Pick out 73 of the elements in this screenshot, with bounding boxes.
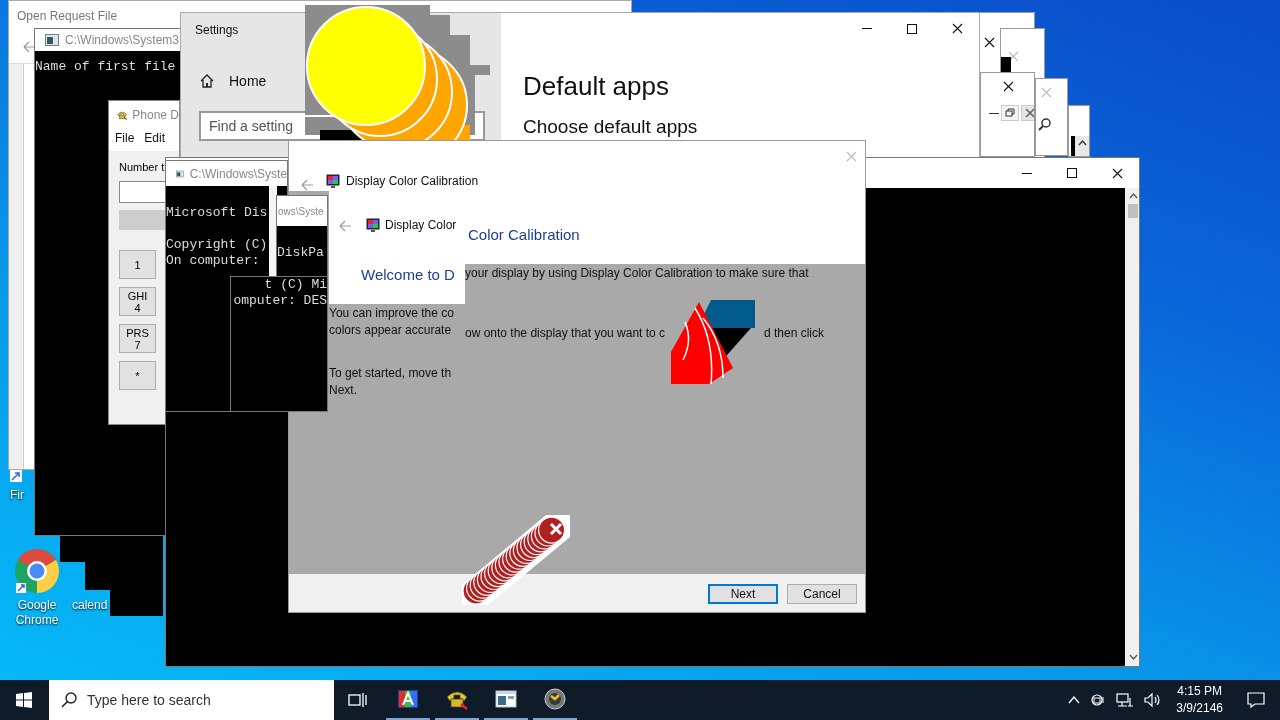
monitor-icon [366,218,380,232]
camera-icon[interactable] [1090,692,1107,708]
close-button[interactable] [984,37,995,48]
console-text: omputer: DES [233,293,327,309]
notifications-button[interactable] [1247,692,1265,708]
field-label: Number t [119,161,166,173]
body-text: ow onto the display that you want to c [465,326,666,340]
cancel-button[interactable]: Cancel [787,584,857,604]
console-text: Name of first file [35,59,176,75]
window-title: Open Request File [17,9,118,23]
search-icon[interactable] [1038,117,1052,131]
next-button[interactable]: Next [708,584,778,604]
section-heading: Choose default apps [523,116,699,138]
back-arrow-icon[interactable] [23,41,36,53]
keypad-button[interactable]: 1 [119,250,156,279]
page-heading: Default apps [523,71,670,102]
body-text: You can improve the co [329,306,454,320]
console-text: t (C) Mi [264,277,327,293]
keypad-button[interactable]: * [119,361,156,390]
window-title: Settings [195,23,240,37]
paint-app-icon [396,687,420,711]
console-icon [45,34,59,46]
disc-app-icon [543,687,567,711]
network-icon[interactable] [1116,692,1135,708]
dialog-heading: Welcome to D [361,266,455,283]
window-title: Display Color Calibration [346,174,479,188]
maximize-button[interactable] [907,23,917,34]
console-text: On computer: [166,253,260,269]
close-button[interactable] [1003,81,1014,92]
close-button[interactable] [1112,167,1123,179]
scroll-thumb[interactable] [1128,204,1138,218]
start-button[interactable] [16,692,32,708]
keypad-button[interactable]: GHI 4 [119,287,156,316]
window-title: C:\Windows\Syste [189,166,287,181]
menu-item[interactable]: File [115,131,135,145]
monitor-icon [326,174,340,188]
caret-up-icon[interactable] [1077,140,1087,146]
body-text: Next. [329,383,357,397]
window-title: Display Color [385,218,457,232]
body-text: To get started, move th [329,366,452,380]
close-button[interactable] [1008,51,1019,62]
console-text: Copyright (C) [166,237,268,253]
console-text: Microsoft Dis [166,205,268,221]
search-field[interactable]: Type here to search [49,680,334,720]
window-remnant [1001,57,1011,72]
restore-button[interactable] [1001,105,1019,121]
maximize-button[interactable] [1067,168,1077,178]
body-text: colors appear accurate [329,323,452,337]
window-app-icon [494,687,518,711]
keypad-button[interactable]: PRS 7 [119,324,156,353]
window-title: ows\Syste [278,205,324,217]
close-button[interactable] [952,23,963,34]
caret-up-icon[interactable] [1128,193,1138,199]
window-title: Phone D [132,108,179,122]
shortcut-icon[interactable] [10,470,22,482]
search-icon [61,692,77,708]
dialog-heading: Color Calibration [468,226,580,243]
home-icon [199,73,215,89]
body-text: d then click [764,326,825,340]
console-icon [176,167,184,180]
phone-icon [117,108,128,122]
menu-item[interactable]: Edit [144,131,166,145]
console-text: DiskPa [277,245,324,261]
speaker-icon[interactable] [1144,692,1163,708]
clock[interactable]: 4:15 PM 3/9/2146 [1176,683,1223,717]
home-nav-item[interactable]: Home [199,73,289,89]
caret-down-icon[interactable] [1128,654,1138,660]
body-text: your display by using Display Color Calibration to make sure that [465,266,809,280]
task-view-button[interactable] [348,692,368,708]
browser-icon[interactable] [13,547,61,595]
window-title: C:\Windows\System3 [65,33,180,47]
back-arrow-icon[interactable] [339,220,352,232]
back-arrow-icon[interactable] [301,179,314,191]
